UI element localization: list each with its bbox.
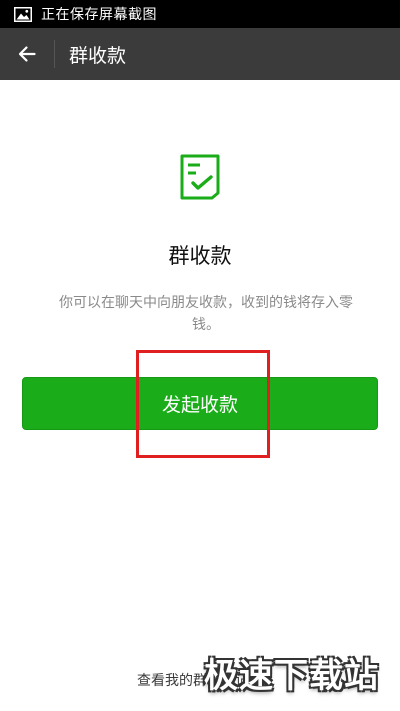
start-collection-button[interactable]: 发起收款 [22,377,378,430]
image-icon [14,6,32,22]
view-records-link[interactable]: 查看我的群收款记录 [0,670,400,690]
description-text: 你可以在聊天中向朋友收款，收到的钱将存入零钱。 [59,295,353,333]
page-title: 群收款 [69,44,127,67]
back-arrow-icon [18,46,36,62]
app-header: 群收款 [0,28,400,80]
section-heading: 群收款 [168,244,232,268]
receipt-check-icon [180,154,220,200]
main-content: 群收款 你可以在聊天中向朋友收款，收到的钱将存入零钱。 发起收款 查看我的群收款… [0,80,400,711]
status-bar: 正在保存屏幕截图 [0,0,400,28]
header-divider [54,40,55,68]
back-button[interactable] [0,28,54,80]
status-text: 正在保存屏幕截图 [41,7,157,23]
